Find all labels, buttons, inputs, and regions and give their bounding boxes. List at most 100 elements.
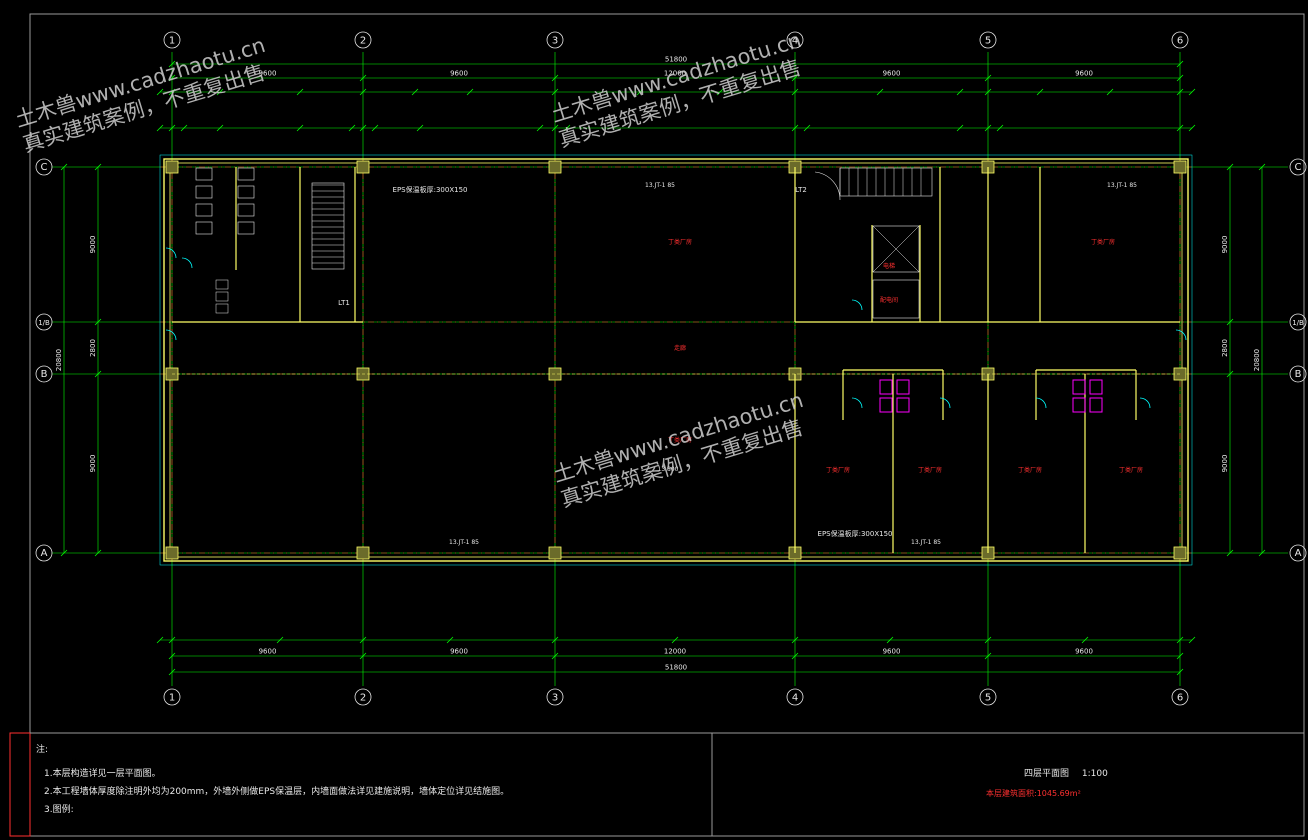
- wc-fixture: [237, 203, 255, 217]
- wc-fixture: [215, 291, 229, 302]
- detail-layer: [165, 167, 1187, 413]
- insulation-line: [159, 154, 1193, 566]
- grid-bubble-label: 3: [552, 693, 558, 704]
- wc-fixture: [195, 203, 213, 217]
- dim-text: 2800: [1221, 339, 1229, 357]
- column: [548, 546, 562, 560]
- grid-bubble-label: C: [41, 162, 48, 173]
- label-lt2: LT2: [795, 186, 807, 194]
- label-room: 丁类厂房: [1018, 466, 1042, 474]
- wc-fixture: [195, 185, 213, 199]
- column: [356, 546, 370, 560]
- toilet-fixture: [1072, 379, 1086, 395]
- dim-text: 9600: [883, 648, 901, 656]
- label-elec-room: 配电间: [880, 296, 898, 304]
- grid-bubble-label: A: [1295, 548, 1302, 559]
- text-layer: EPS保温板厚:300X150 EPS保温板厚:300X150 LT1 LT2 丁类厂房…: [338, 182, 1143, 546]
- grid-bubble-label: 5: [985, 36, 991, 47]
- drawing-title: 四层平面图 1:100: [1024, 766, 1108, 779]
- grid-bubble-label: 5: [985, 693, 991, 704]
- wc-fixture: [215, 279, 229, 290]
- label-room: 丁类厂房: [826, 466, 850, 474]
- dim-text: 9600: [883, 70, 901, 78]
- wc-fixture: [195, 221, 213, 235]
- door-swing: [181, 257, 193, 269]
- label-room: 丁类厂房: [918, 466, 942, 474]
- door-swing: [1175, 329, 1187, 341]
- label-detail-tag: 13.JT-1 85: [645, 182, 675, 189]
- door-swing: [851, 397, 863, 409]
- dim-text: 9000: [1221, 455, 1229, 473]
- column: [548, 160, 562, 174]
- dim-text: 9600: [450, 648, 468, 656]
- dim-text: 2800: [89, 339, 97, 357]
- toilet-fixture: [1089, 397, 1103, 413]
- door-swing: [939, 397, 951, 409]
- label-detail-tag: 13.JT-1 85: [911, 539, 941, 546]
- note-3: 3.图例:: [44, 805, 74, 815]
- note-2: 2.本工程墙体厚度除注明外均为200mm，外墙外侧做EPS保温层，内墙面做法详见…: [44, 787, 510, 797]
- floor-area: 本层建筑面积:1045.69m²: [986, 789, 1081, 798]
- grid-layer: 112233445566C C1/B 1/BB BA A: [35, 31, 1307, 706]
- drawing-title-name: 四层平面图: [1024, 769, 1070, 779]
- dimension-layer: 518009600 9600 12000 9600 96009600 9600 12000 9…: [55, 56, 1266, 676]
- toilet-fixture: [879, 397, 893, 413]
- column: [165, 160, 179, 174]
- dim-text: 20800: [1253, 349, 1261, 371]
- label-corridor: 走廊: [674, 344, 686, 352]
- dim-text: 9000: [89, 236, 97, 254]
- label-elevator: 电梯: [883, 262, 895, 270]
- label-room: 丁类厂房: [1091, 238, 1115, 246]
- sheet-frame: [29, 13, 1305, 837]
- grid-bubble-label: 1: [169, 36, 175, 47]
- dim-text: 12000: [664, 648, 686, 656]
- label-eps-bottom: EPS保温板厚:300X150: [818, 529, 893, 538]
- dim-text: 20800: [55, 349, 63, 371]
- grid-bubble-label: 6: [1177, 693, 1183, 704]
- wall-layer: [159, 154, 1193, 566]
- label-room: 丁类厂房: [1119, 466, 1143, 474]
- sheet-sidebar: [9, 732, 31, 837]
- note-1: 1.本层构造详见一层平面图。: [44, 769, 161, 779]
- door-swing: [165, 247, 177, 259]
- wc-fixture: [237, 185, 255, 199]
- toilet-fixture: [1072, 397, 1086, 413]
- door-swing: [1035, 397, 1047, 409]
- label-room: 丁类厂房: [668, 238, 692, 246]
- column: [356, 160, 370, 174]
- door-swing: [165, 329, 177, 341]
- label-detail-tag: 13.JT-1 85: [1107, 182, 1137, 189]
- dim-text: 9600: [1075, 70, 1093, 78]
- column: [165, 546, 179, 560]
- label-lt1: LT1: [338, 299, 350, 307]
- dim-text: 9600: [450, 70, 468, 78]
- dim-text: 9000: [1221, 236, 1229, 254]
- stair-lt1: [311, 182, 345, 270]
- dim-text: 9600: [259, 648, 277, 656]
- drawing-scale: 1:100: [1081, 769, 1108, 779]
- wc-fixture: [215, 303, 229, 314]
- stair-curve: [814, 171, 841, 201]
- grid-bubble-label: 2: [360, 36, 366, 47]
- grid-bubble-label: 1/B: [1292, 319, 1304, 327]
- notes-heading: 注:: [36, 745, 49, 755]
- column: [1173, 160, 1187, 174]
- grid-bubble-label: B: [41, 369, 48, 380]
- grid-bubble-label: 1: [169, 693, 175, 704]
- grid-bubble-label: 3: [552, 36, 558, 47]
- toilet-fixture: [1089, 379, 1103, 395]
- dim-text: 9000: [89, 455, 97, 473]
- dim-text: 51800: [665, 664, 687, 672]
- toilet-fixture: [896, 379, 910, 395]
- door-swing: [1139, 397, 1151, 409]
- wc-fixture: [237, 167, 255, 181]
- grid-bubble-label: 1/B: [38, 319, 50, 327]
- floor-plan-drawing: 112233445566C C1/B 1/BB BA A 518009600 9600 12…: [9, 13, 1307, 837]
- label-detail-tag: 13.JT-1 85: [449, 539, 479, 546]
- grid-bubble-label: A: [41, 548, 48, 559]
- grid-bubble-label: 6: [1177, 36, 1183, 47]
- grid-bubble-label: 4: [792, 693, 798, 704]
- grid-bubble-label: 2: [360, 693, 366, 704]
- label-eps-top: EPS保温板厚:300X150: [393, 185, 468, 194]
- exterior-wall: [163, 158, 1189, 562]
